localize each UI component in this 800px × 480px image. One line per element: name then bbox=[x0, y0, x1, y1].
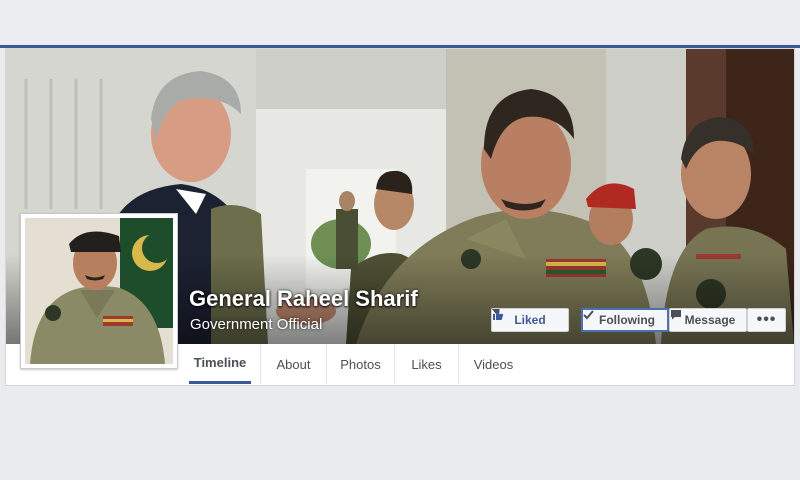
liked-label: Liked bbox=[514, 313, 546, 327]
tab-timeline[interactable]: Timeline bbox=[189, 344, 251, 384]
message-label: Message bbox=[684, 313, 736, 327]
tab-likes[interactable]: Likes bbox=[394, 344, 458, 384]
tab-videos[interactable]: Videos bbox=[458, 344, 528, 384]
following-button[interactable]: Following bbox=[581, 308, 669, 332]
liked-button[interactable]: Liked bbox=[491, 308, 569, 332]
tab-photos[interactable]: Photos bbox=[326, 344, 394, 384]
following-label: Following bbox=[599, 313, 655, 327]
profile-photo-scene bbox=[25, 218, 173, 364]
profile-photo bbox=[25, 218, 173, 364]
top-bar bbox=[0, 0, 800, 48]
page-category[interactable]: Government Official bbox=[190, 316, 322, 333]
message-button[interactable]: Message bbox=[669, 308, 747, 332]
tab-about[interactable]: About bbox=[260, 344, 326, 384]
profile-tabs: Timeline About Photos Likes Videos bbox=[6, 344, 794, 386]
page-header: General Raheel Sharif Government Officia… bbox=[5, 48, 795, 386]
page-name[interactable]: General Raheel Sharif bbox=[189, 286, 418, 312]
more-options-button[interactable]: ••• bbox=[747, 308, 786, 332]
more-icon: ••• bbox=[756, 311, 777, 328]
